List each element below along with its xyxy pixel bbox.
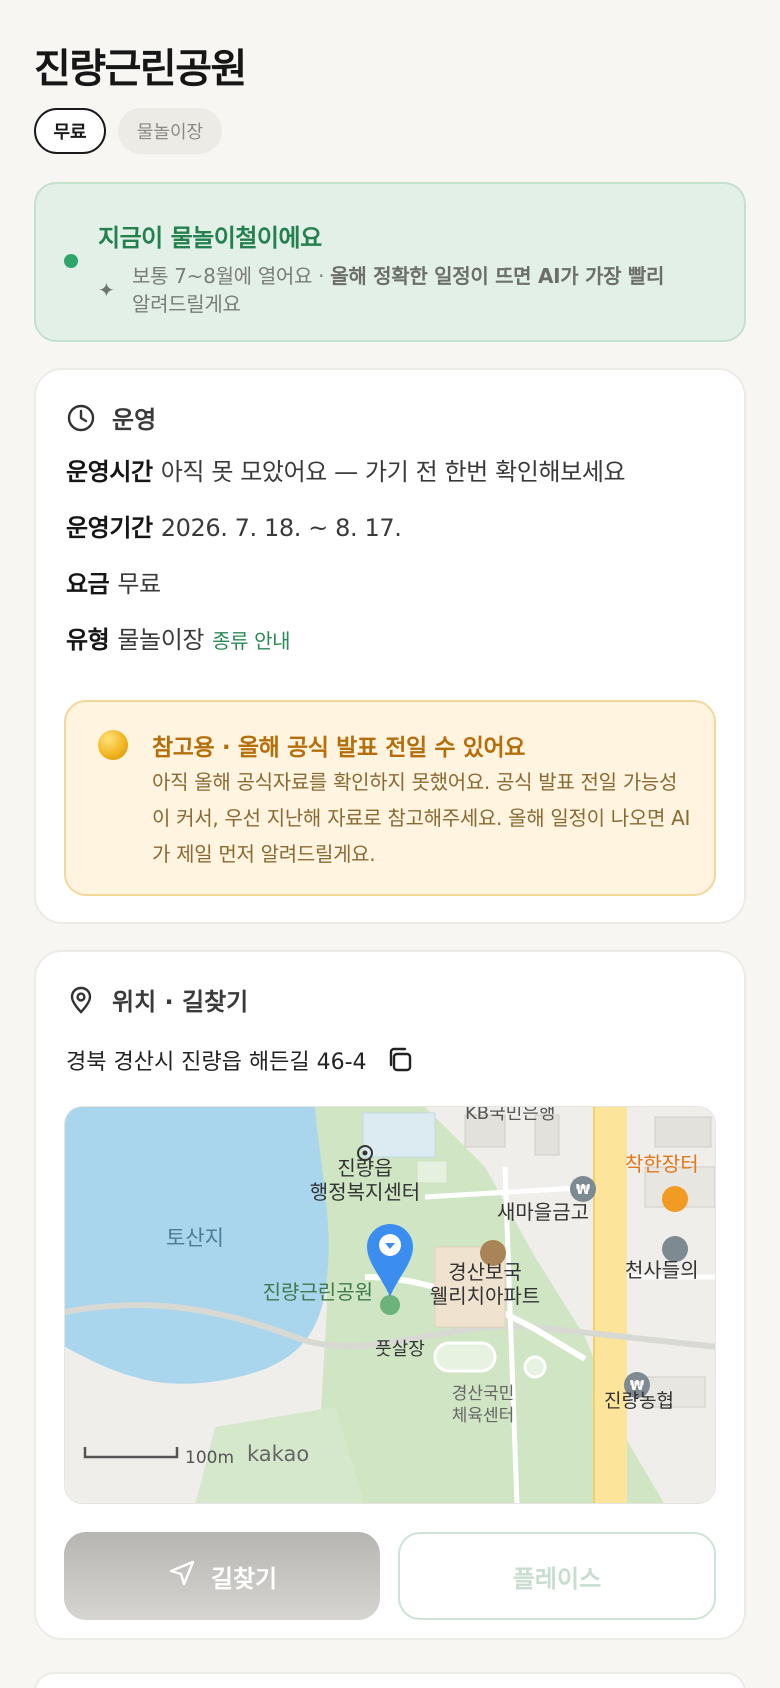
place-label: 플레이스 [512, 1564, 602, 1593]
map-label-kb: KB국민은행 [465, 1107, 555, 1124]
location-card: 위치 · 길찾기 경북 경산시 진량읍 해든길 46-4 ₩ ₩ 토산지 진량읍… [34, 950, 746, 1640]
fee-key: 요금 [66, 570, 110, 598]
address-row: 경북 경산시 진량읍 해든길 46-4 [66, 1044, 415, 1076]
svg-text:₩: ₩ [576, 1183, 591, 1198]
hours-row: 운영시간 아직 못 모았어요 — 가기 전 한번 확인해보세요 [66, 452, 626, 487]
operations-card: 운영 운영시간 아직 못 모았어요 — 가기 전 한번 확인해보세요 운영기간 20… [34, 368, 746, 924]
period-value: 2026. 7. 18. ~ 8. 17. [160, 514, 402, 542]
location-pin-icon [66, 985, 96, 1015]
navigation-arrow-icon [167, 1558, 197, 1594]
fee-value: 무료 [117, 570, 161, 598]
location-heading: 위치 · 길찾기 [112, 988, 249, 1016]
season-desc-tail: 알려드릴게요 [132, 292, 241, 316]
fee-row: 요금 무료 [66, 564, 161, 599]
page-title: 진량근린공원 [34, 46, 247, 92]
season-banner: 지금이 물놀이철이에요 ✦ 보통 7~8월에 열어요 · 올해 정확한 일정이 … [34, 182, 746, 342]
clock-icon [66, 403, 96, 433]
season-desc-plain: 보통 7~8월에 열어요 · [132, 264, 331, 288]
type-row: 유형 물놀이장 종류 안내 [66, 620, 290, 655]
map-label-nonghyup: 진량농협 [604, 1390, 674, 1412]
period-key: 운영기간 [66, 514, 153, 542]
map-label-lake: 토산지 [166, 1226, 224, 1250]
fee-chip: 무료 [34, 108, 106, 154]
period-row: 운영기간 2026. 7. 18. ~ 8. 17. [66, 508, 402, 543]
next-card-edge [34, 1672, 746, 1688]
map-label-bank: 새마을금고 [497, 1200, 589, 1224]
directions-button[interactable]: 길찾기 [64, 1532, 380, 1620]
map-label-park: 진량근린공원 [263, 1280, 373, 1304]
season-desc: 보통 7~8월에 열어요 · 올해 정확한 일정이 뜨면 AI가 가장 빨리알려… [132, 262, 722, 318]
map-label-apt-1: 경산보국 [448, 1260, 522, 1284]
notice-body: 아직 올해 공식자료를 확인하지 못했어요. 공식 발표 전일 가능성이 커서,… [152, 770, 691, 866]
coin-icon [98, 730, 128, 760]
map-label-store: 착한장터 [625, 1152, 699, 1176]
copy-icon[interactable] [385, 1045, 415, 1075]
directions-label: 길찾기 [210, 1564, 278, 1593]
map-label-sports-2: 체육센터 [452, 1406, 515, 1426]
type-value: 물놀이장 [117, 626, 205, 654]
notice-title: 참고용 · 올해 공식 발표 전일 수 있어요 [152, 735, 525, 761]
operations-header: 운영 [66, 400, 156, 435]
status-dot-icon [64, 254, 78, 268]
map-brand: kakao [247, 1442, 309, 1466]
place-button[interactable]: 플레이스 [398, 1532, 716, 1620]
season-desc-bold: 올해 정확한 일정이 뜨면 AI가 가장 빨리 [330, 264, 665, 288]
address-text: 경북 경산시 진량읍 해든길 46-4 [66, 1050, 367, 1075]
map-label-center-2: 행정복지센터 [310, 1180, 420, 1204]
map-label-futsal: 풋살장 [375, 1339, 425, 1360]
map-scale-label: 100m [185, 1448, 234, 1468]
reference-notice: 참고용 · 올해 공식 발표 전일 수 있어요 아직 올해 공식자료를 확인하지… [64, 700, 716, 896]
map-label-apt-2: 웰리치아파트 [430, 1284, 540, 1308]
type-key: 유형 [66, 626, 110, 654]
operations-heading: 운영 [112, 406, 157, 434]
sparkle-icon: ✦ [98, 278, 115, 302]
location-header: 위치 · 길찾기 [66, 982, 248, 1017]
hours-value: 아직 못 모았어요 — 가기 전 한번 확인해보세요 [160, 458, 626, 486]
type-chip: 물놀이장 [118, 108, 222, 154]
type-guide-link[interactable]: 종류 안내 [212, 629, 290, 653]
map-label-church: 천사들의 [625, 1258, 699, 1282]
map-label-center-1: 진량읍 [337, 1156, 392, 1180]
map-view[interactable]: ₩ ₩ 토산지 진량읍 행정복지센터 KB국민은행 새마을금고 착한장터 천사들… [64, 1106, 716, 1504]
map-label-sports-1: 경산국민 [452, 1384, 515, 1404]
season-title: 지금이 물놀이철이에요 [98, 224, 322, 252]
hours-key: 운영시간 [66, 458, 153, 486]
